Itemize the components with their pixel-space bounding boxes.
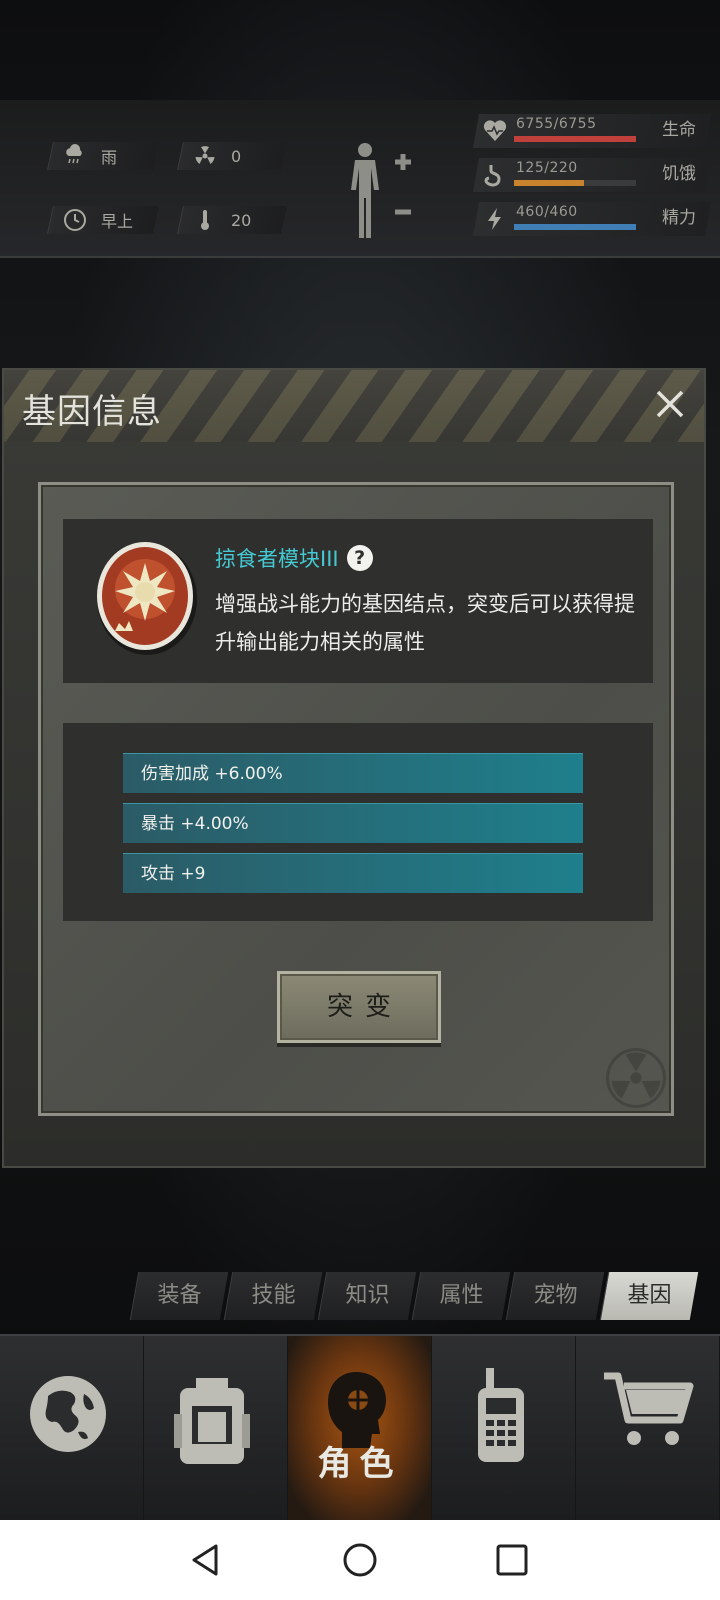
energy-bar-fill (514, 224, 636, 230)
shopping-cart-icon (604, 1372, 694, 1445)
gene-info-dialog: 基因信息 掠食者模块III ? 增强战斗能力的基因结点，突变后可以获得提升输出能… (2, 368, 706, 1168)
radiation-value: 0 (231, 146, 242, 166)
bottom-nav: 角色 (0, 1334, 720, 1520)
temperature-pill: 20 (177, 206, 287, 234)
energy-label: 精力 (662, 208, 696, 228)
health-bar-fill (514, 136, 636, 142)
backpack-icon (174, 1378, 250, 1464)
lightning-icon (482, 206, 508, 232)
predator-module-icon (95, 539, 199, 657)
back-triangle-icon[interactable] (186, 1540, 226, 1580)
status-bar: 雨 0 早上 20 6755/6755 生命 125/220 饥饿 460/46… (0, 100, 720, 258)
energy-stat: 460/460 精力 (473, 202, 711, 236)
thermometer-icon (193, 208, 217, 232)
energy-value: 460/460 (516, 204, 578, 220)
tab-label: 属性 (439, 1283, 484, 1308)
dialog-title: 基因信息 (22, 392, 162, 432)
world-map-icon (30, 1376, 106, 1452)
bonus-item: 攻击 +9 (123, 853, 583, 893)
gene-name-row: 掠食者模块III ? (215, 543, 373, 573)
close-icon (656, 390, 684, 418)
tab-equipment[interactable]: 装备 (129, 1272, 229, 1320)
tab-label: 技能 (251, 1283, 296, 1308)
system-nav-bar (0, 1520, 720, 1600)
help-icon[interactable]: ? (346, 545, 373, 571)
recents-square-icon[interactable] (492, 1540, 532, 1580)
health-value: 6755/6755 (516, 116, 597, 132)
time-value: 早上 (101, 212, 134, 231)
tab-knowledge[interactable]: 知识 (317, 1272, 417, 1320)
hunger-stat: 125/220 饥饿 (473, 158, 711, 192)
hunger-bar (514, 180, 636, 186)
radiation-pill: 0 (177, 142, 287, 170)
tab-label: 装备 (157, 1283, 202, 1308)
gene-info-box: 掠食者模块III ? 增强战斗能力的基因结点，突变后可以获得提升输出能力相关的属… (63, 519, 653, 683)
gene-description: 增强战斗能力的基因结点，突变后可以获得提升输出能力相关的属性 (215, 592, 635, 654)
health-stat: 6755/6755 生命 (473, 114, 711, 148)
tab-pets[interactable]: 宠物 (505, 1272, 605, 1320)
hunger-label: 饥饿 (662, 164, 696, 184)
radiation-watermark-icon (605, 1047, 667, 1109)
walkie-talkie-icon (478, 1368, 524, 1462)
home-circle-icon[interactable] (340, 1540, 380, 1580)
clock-icon (63, 208, 87, 232)
nav-shop[interactable] (576, 1336, 720, 1520)
tab-label: 知识 (345, 1283, 390, 1308)
tab-genes[interactable]: 基因 (599, 1272, 699, 1320)
character-tabs: 装备 技能 知识 属性 宠物 基因 (129, 1272, 704, 1320)
temperature-value: 20 (231, 210, 252, 230)
bonus-list: 伤害加成 +6.00% 暴击 +4.00% 攻击 +9 (63, 723, 653, 921)
nav-character-label: 角色 (317, 1444, 402, 1484)
tab-skills[interactable]: 技能 (223, 1272, 323, 1320)
hunger-bar-fill (514, 180, 584, 186)
nav-character[interactable]: 角色 (288, 1336, 432, 1520)
dialog-header: 基因信息 (4, 370, 704, 442)
gene-panel: 掠食者模块III ? 增强战斗能力的基因结点，突变后可以获得提升输出能力相关的属… (38, 482, 674, 1116)
tab-label: 基因 (627, 1283, 672, 1308)
nav-radio[interactable] (432, 1336, 576, 1520)
energy-bar (514, 224, 636, 230)
radiation-icon (193, 144, 217, 168)
weather-value: 雨 (101, 148, 118, 167)
body-status-icon[interactable] (345, 140, 415, 240)
bonus-item: 伤害加成 +6.00% (123, 753, 583, 793)
mutate-button[interactable]: 突变 (277, 971, 441, 1043)
tab-label: 宠物 (533, 1283, 578, 1308)
rain-cloud-icon (63, 144, 87, 168)
time-pill: 早上 (47, 206, 159, 234)
bonus-item: 暴击 +4.00% (123, 803, 583, 843)
health-label: 生命 (662, 120, 696, 140)
heart-icon (482, 118, 508, 144)
nav-world-map[interactable] (0, 1336, 144, 1520)
tab-attributes[interactable]: 属性 (411, 1272, 511, 1320)
gene-name: 掠食者模块III (215, 547, 339, 571)
hunger-value: 125/220 (516, 160, 578, 176)
close-button[interactable] (648, 382, 692, 426)
weather-pill: 雨 (47, 142, 159, 170)
stomach-icon (482, 162, 508, 188)
nav-backpack[interactable] (144, 1336, 288, 1520)
health-bar (514, 136, 636, 142)
